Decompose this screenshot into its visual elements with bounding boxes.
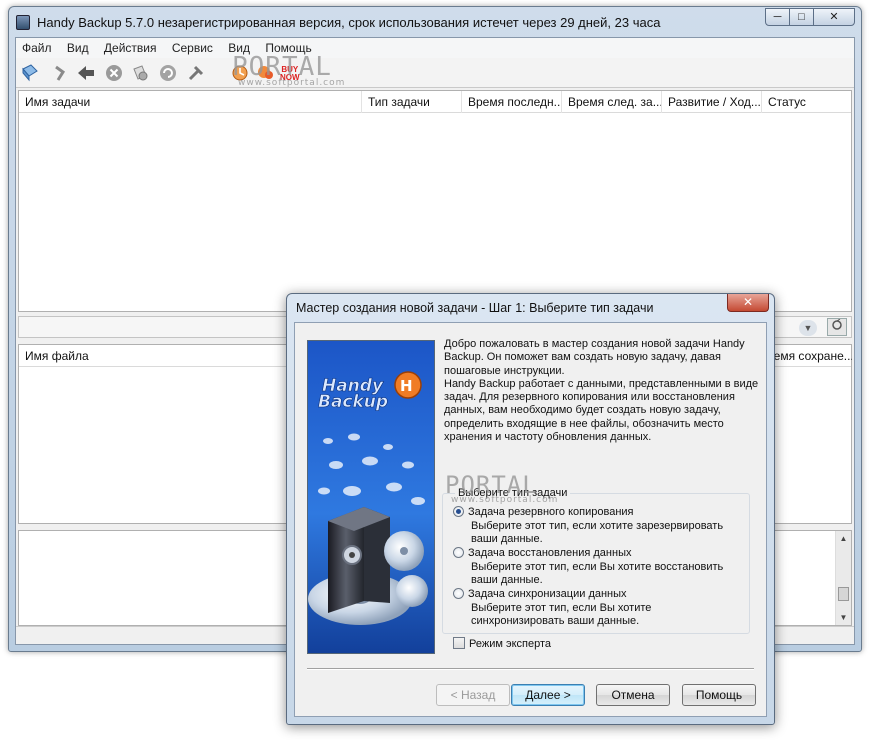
close-button[interactable]: ✕	[813, 8, 855, 26]
radio-sync[interactable]	[453, 588, 464, 599]
column-status[interactable]: Статус	[762, 91, 852, 113]
radio-backup[interactable]	[453, 506, 464, 517]
wizard-intro: Добро пожаловать в мастер создания новой…	[444, 338, 764, 444]
search-icon[interactable]	[130, 63, 150, 83]
browse-button[interactable]	[827, 318, 847, 336]
column-task-type[interactable]: Тип задачи	[362, 91, 462, 113]
option-restore[interactable]: Задача восстановления данных	[453, 547, 631, 559]
menu-bar: Файл Вид Действия Сервис Вид Помощь	[16, 38, 854, 58]
maximize-button[interactable]: □	[789, 8, 814, 26]
option-sync-label: Задача синхронизации данных	[468, 588, 627, 600]
cancel-button[interactable]: Отмена	[596, 684, 670, 706]
expert-mode-label: Режим эксперта	[469, 638, 552, 650]
wizard-title[interactable]: Мастер создания новой задачи - Шаг 1: Вы…	[296, 301, 653, 315]
caption-buttons: ─ □ ✕	[765, 8, 855, 26]
new-task-icon[interactable]	[20, 63, 40, 83]
tools-icon[interactable]	[186, 63, 206, 83]
new-task-wizard-dialog: Мастер создания новой задачи - Шаг 1: Вы…	[286, 293, 775, 725]
option-backup-label: Задача резервного копирования	[468, 506, 634, 518]
menu-actions[interactable]: Действия	[98, 38, 163, 55]
intro-paragraph-1: Добро пожаловать в мастер создания новой…	[444, 338, 745, 377]
title-bar[interactable]: Handy Backup 5.7.0 незарегистрированная …	[9, 7, 861, 37]
menu-file[interactable]: Файл	[16, 38, 58, 55]
task-list-header: Имя задачи Тип задачи Время последн... В…	[19, 91, 851, 113]
option-restore-desc-line-2: ваши данные.	[471, 574, 543, 586]
option-backup-description: Выберите этот тип, если хотите зарезерви…	[471, 520, 723, 546]
scroll-up-icon[interactable]: ▲	[836, 531, 851, 546]
option-sync-description: Выберите этот тип, если Вы хотите синхро…	[471, 602, 651, 628]
buy-now-label[interactable]: BUY NOW	[280, 66, 300, 82]
toolbar: BUY NOW PORTAL www.softportal.com	[16, 52, 854, 88]
task-type-group-caption: Выберите тип задачи	[455, 487, 571, 499]
menu-service[interactable]: Сервис	[166, 38, 219, 55]
svg-text:H: H	[400, 377, 413, 395]
stop-icon[interactable]	[104, 63, 124, 83]
column-progress[interactable]: Развитие / Ход...	[662, 91, 762, 113]
window-title: Handy Backup 5.7.0 незарегистрированная …	[37, 15, 661, 30]
option-restore-description: Выберите этот тип, если Вы хотите восста…	[471, 561, 723, 587]
help-button[interactable]: Помощь	[682, 684, 756, 706]
option-restore-desc-line-1: Выберите этот тип, если Вы хотите восста…	[471, 561, 724, 573]
expert-mode-checkbox[interactable]: Режим эксперта	[453, 637, 551, 650]
back-arrow-icon[interactable]	[76, 63, 96, 83]
wizard-illustration: Handy Backup H	[307, 340, 435, 654]
scroll-down-icon[interactable]: ▼	[836, 610, 851, 625]
intro-paragraph-2: Handy Backup работает с данными, предста…	[444, 377, 759, 444]
scroll-thumb[interactable]	[838, 587, 849, 601]
schedule-icon[interactable]	[230, 63, 250, 83]
option-restore-label: Задача восстановления данных	[468, 547, 632, 559]
menu-help[interactable]: Помощь	[259, 38, 317, 55]
minimize-button[interactable]: ─	[765, 8, 790, 26]
logo-text-backup: Backup	[318, 392, 388, 412]
buy-now-icon[interactable]	[256, 63, 276, 83]
app-icon	[16, 15, 30, 30]
menu-view-2[interactable]: Вид	[222, 38, 256, 55]
next-button[interactable]: Далее >	[511, 684, 585, 706]
task-list[interactable]: Имя задачи Тип задачи Время последн... В…	[18, 90, 852, 312]
option-backup-desc-line-1: Выберите этот тип, если хотите зарезерви…	[471, 520, 724, 532]
wizard-separator	[307, 668, 754, 670]
wizard-body: Handy Backup H Добро пожаловать в мастер…	[294, 322, 767, 717]
edit-icon[interactable]	[50, 63, 70, 83]
radio-restore[interactable]	[453, 547, 464, 558]
option-backup-desc-line-2: ваши данные.	[471, 533, 543, 545]
log-scrollbar[interactable]: ▲ ▼	[835, 531, 851, 625]
wizard-close-button[interactable]: ✕	[727, 294, 769, 312]
column-task-name[interactable]: Имя задачи	[19, 91, 362, 113]
back-button[interactable]: < Назад	[436, 684, 510, 706]
expert-mode-box[interactable]	[453, 637, 465, 649]
option-sync-desc-line-1: Выберите этот тип, если Вы хотите	[471, 602, 652, 614]
refresh-icon[interactable]	[158, 63, 178, 83]
menu-view[interactable]: Вид	[61, 38, 95, 55]
buy-label-line-2: NOW	[280, 73, 300, 82]
column-last-time[interactable]: Время последн...	[462, 91, 562, 113]
option-sync[interactable]: Задача синхронизации данных	[453, 588, 627, 600]
chevron-down-icon[interactable]: ▼	[799, 320, 817, 336]
column-next-time[interactable]: Время след. за...	[562, 91, 662, 113]
option-backup[interactable]: Задача резервного копирования	[453, 506, 634, 518]
option-sync-desc-line-2: синхронизировать ваши данные.	[471, 615, 640, 627]
